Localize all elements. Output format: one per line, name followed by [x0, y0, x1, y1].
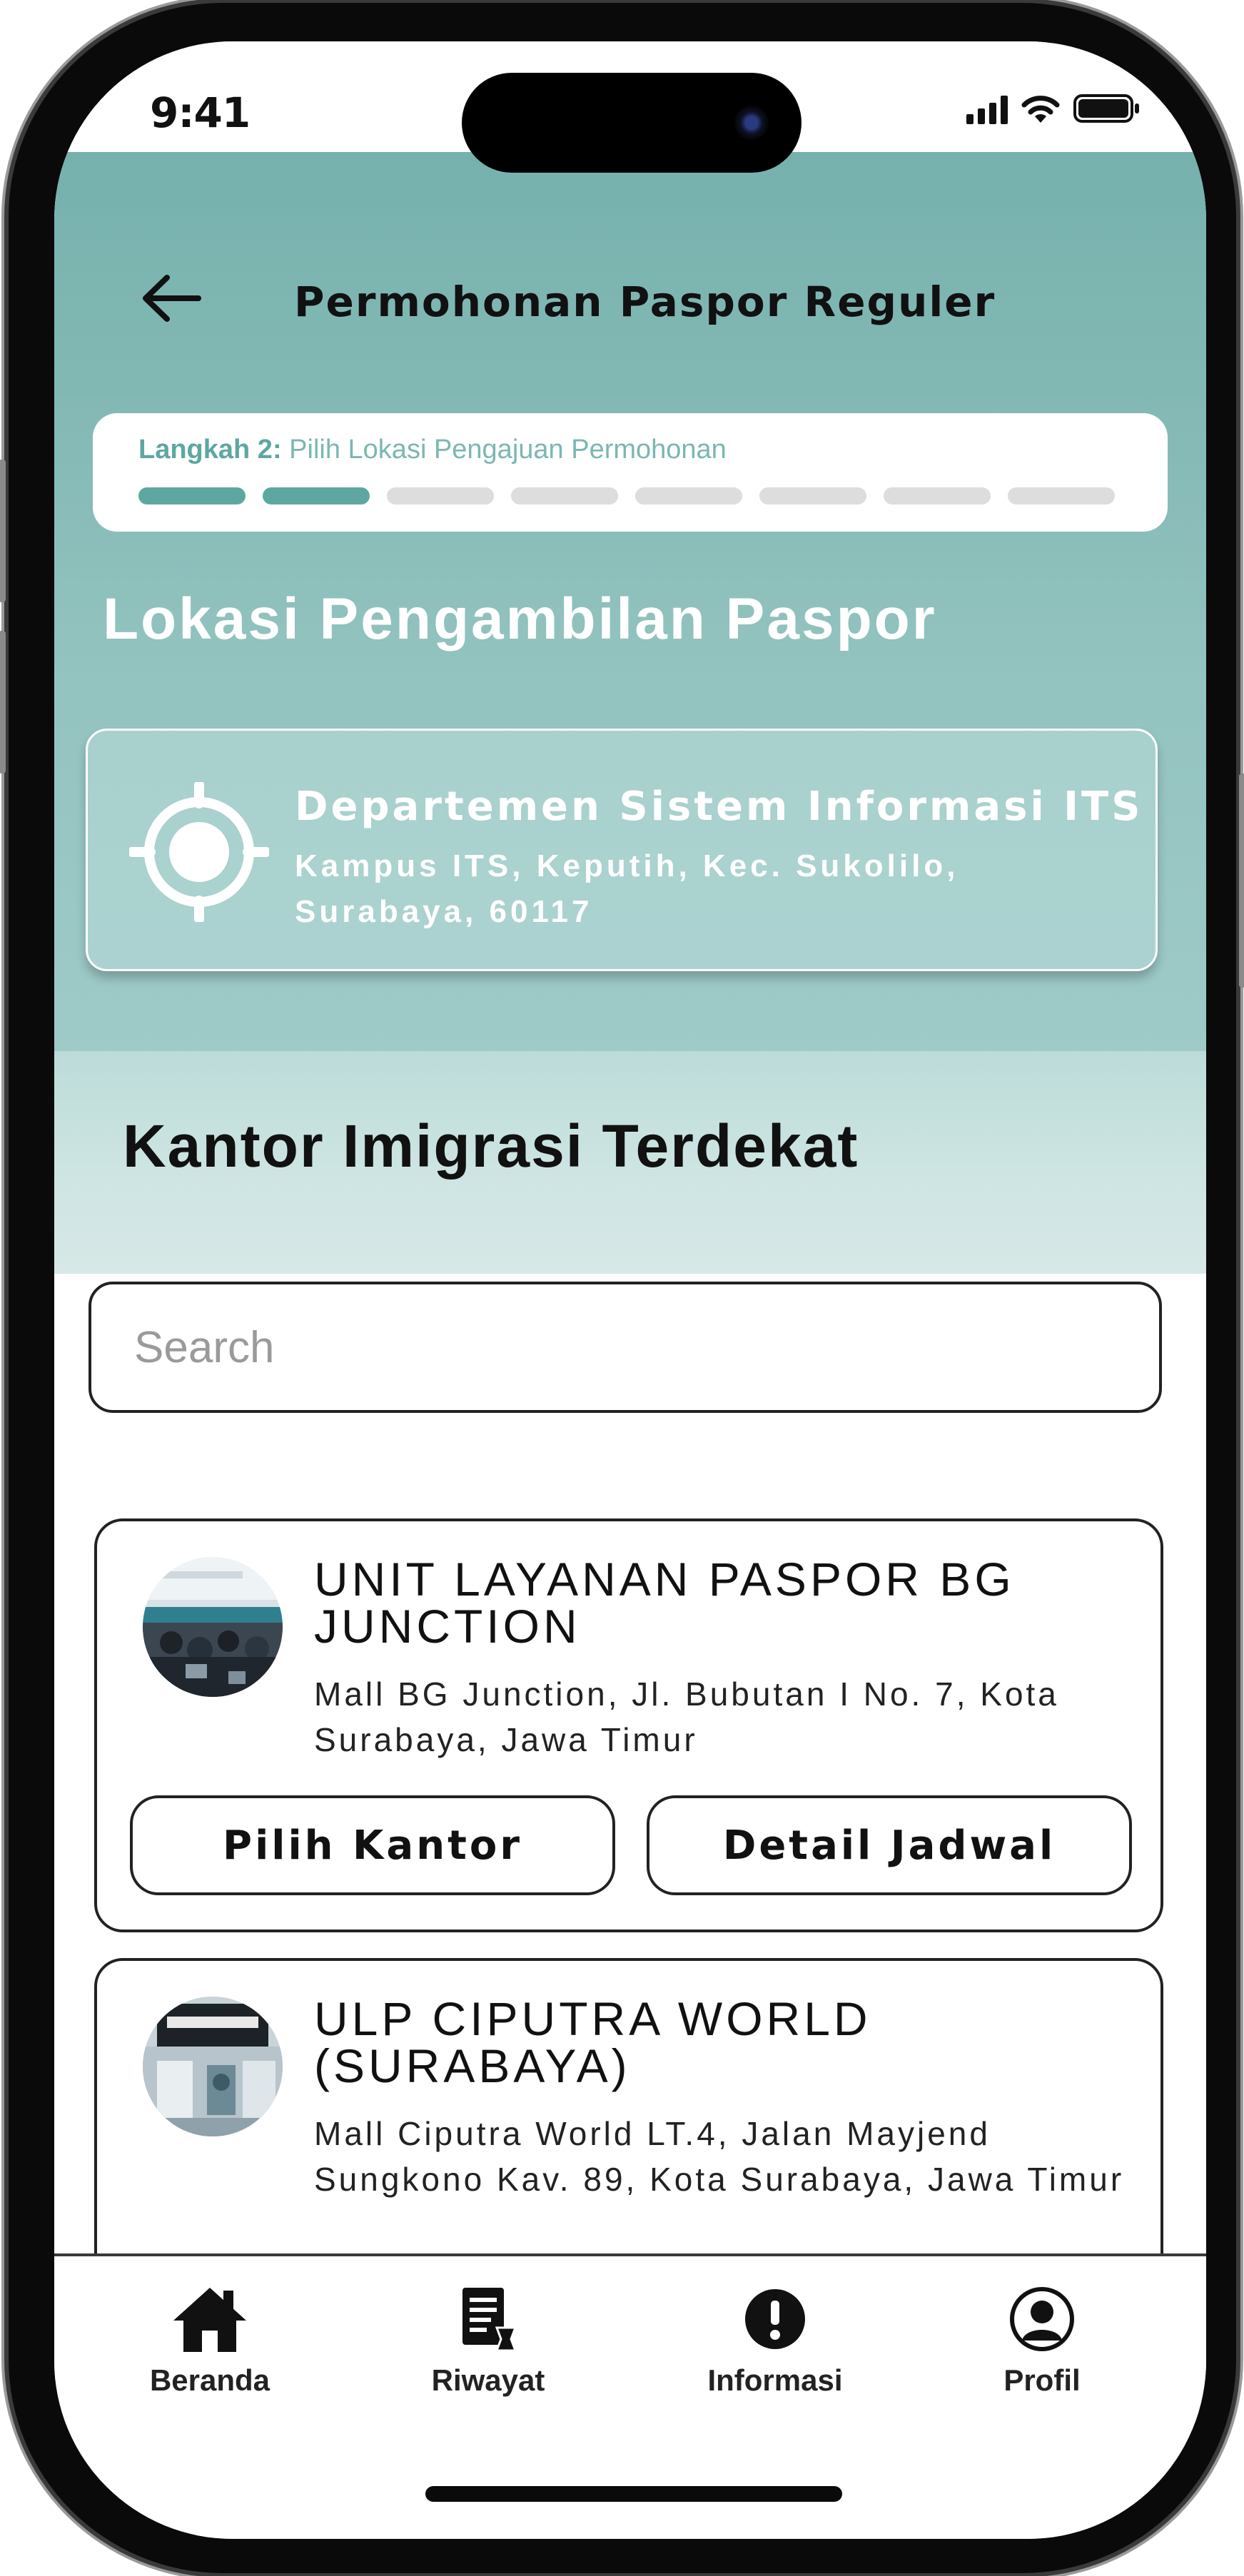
phone-frame: 9:41 Permohonan Paspor Reguler Langkah 2…	[0, 3, 1244, 2573]
nav-label: Beranda	[149, 2363, 270, 2397]
nav-item-riwayat[interactable]: Riwayat	[403, 2285, 574, 2420]
signal-icon	[966, 96, 1008, 124]
volume-button	[0, 460, 6, 602]
step-segment	[635, 487, 742, 504]
step-segment	[759, 487, 866, 504]
home-icon	[173, 2288, 246, 2352]
header-section: Permohonan Paspor Reguler Langkah 2: Pil…	[54, 152, 1206, 1051]
step-label: Langkah 2: Pilih Lokasi Pengajuan Permoh…	[138, 435, 727, 465]
step-segment	[884, 487, 991, 504]
step-segment	[387, 487, 494, 504]
step-progress-bar	[138, 487, 1115, 504]
office-address: Mall BG Junction, Jl. Bubutan I No. 7, K…	[314, 1675, 1059, 1758]
schedule-detail-button[interactable]: Detail Jadwal	[647, 1795, 1132, 1895]
profile-icon	[1010, 2287, 1074, 2351]
nav-item-beranda[interactable]: Beranda	[124, 2285, 295, 2420]
battery-icon	[1073, 94, 1139, 123]
wifi-icon	[1021, 96, 1060, 123]
nav-label: Profil	[1003, 2363, 1081, 2397]
step-segment	[511, 487, 618, 504]
office-photo	[143, 1557, 283, 1697]
office-name: ULP CIPUTRA WORLD (SURABAYA)	[314, 1992, 871, 2092]
nav-item-informasi[interactable]: Informasi	[689, 2285, 861, 2420]
pickup-location-address: Kampus ITS, Keputih, Kec. Sukolilo, Sura…	[295, 848, 959, 929]
nav-label: Informasi	[707, 2363, 843, 2397]
page-title: Permohonan Paspor Reguler	[294, 278, 996, 326]
home-indicator[interactable]	[425, 2486, 842, 2502]
history-document-icon	[462, 2288, 517, 2352]
search-input[interactable]	[134, 1284, 1119, 1410]
step-progress-card: Langkah 2: Pilih Lokasi Pengajuan Permoh…	[93, 413, 1168, 532]
search-box	[89, 1282, 1162, 1413]
step-segment	[138, 487, 246, 504]
pickup-location-name: Departemen Sistem Informasi ITS	[295, 784, 1143, 830]
step-segment	[263, 487, 370, 504]
volume-button	[0, 631, 6, 774]
offices-section-title: Kantor Imigrasi Terdekat	[123, 1112, 859, 1180]
office-address: Mall Ciputra World LT.4, Jalan Mayjend S…	[314, 2115, 1125, 2198]
nav-item-profil[interactable]: Profil	[956, 2285, 1128, 2420]
location-target-icon	[129, 782, 269, 922]
power-button	[1239, 774, 1244, 988]
step-description: Pilih Lokasi Pengajuan Permohonan	[289, 435, 727, 465]
dynamic-island	[462, 73, 801, 173]
nav-label: Riwayat	[431, 2363, 545, 2397]
info-alert-icon	[745, 2289, 805, 2349]
back-arrow-icon[interactable]	[140, 273, 201, 323]
status-icons	[966, 93, 1141, 124]
camera-icon	[734, 106, 769, 140]
office-card: UNIT LAYANAN PASPOR BG JUNCTION Mall BG …	[94, 1518, 1163, 1932]
app-screen: 9:41 Permohonan Paspor Reguler Langkah 2…	[54, 41, 1206, 2539]
choose-office-button[interactable]: Pilih Kantor	[130, 1795, 615, 1895]
pickup-location-card[interactable]: Departemen Sistem Informasi ITS Kampus I…	[86, 729, 1158, 971]
step-number: Langkah 2:	[138, 435, 282, 465]
status-time: 9:41	[150, 88, 251, 137]
office-photo	[143, 1997, 283, 2136]
step-segment	[1008, 487, 1115, 504]
pickup-section-title: Lokasi Pengambilan Paspor	[103, 587, 937, 651]
office-name: UNIT LAYANAN PASPOR BG JUNCTION	[314, 1553, 1015, 1653]
